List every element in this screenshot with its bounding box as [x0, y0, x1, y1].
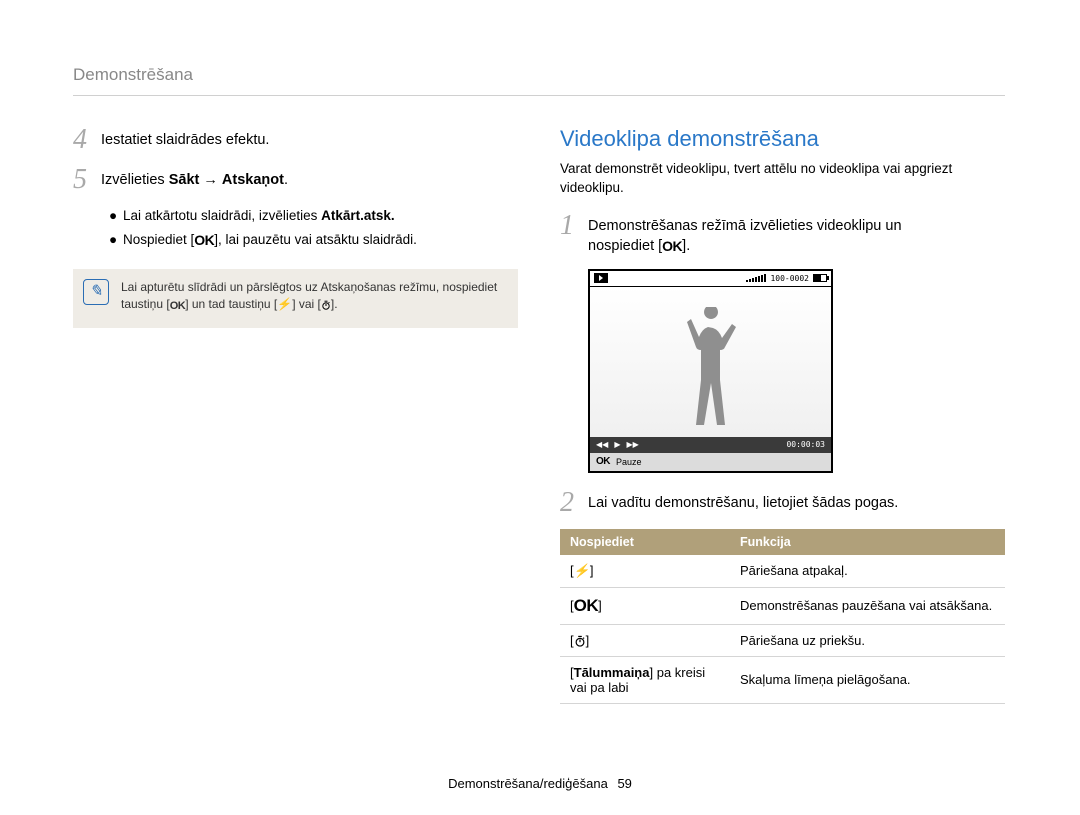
breadcrumb: Demonstrēšana	[73, 65, 1005, 96]
note-box: ✎ Lai apturētu slīdrādi un pārslēgtos uz…	[73, 269, 518, 328]
bold: Atskaņot	[222, 172, 284, 188]
th-func: Funkcija	[730, 529, 1005, 555]
ok-icon: OK	[170, 300, 186, 312]
text: Izvēlieties	[101, 172, 169, 188]
step-text: Demonstrēšanas režīmā izvēlieties videok…	[588, 212, 902, 257]
bold: Atkārt.atsk.	[321, 208, 395, 223]
video-controls: ◀◀ ▶ ▶▶ 00:00:03	[590, 437, 831, 453]
step-text: Izvēlieties Sākt → Atskaņot.	[101, 166, 288, 190]
step-1: 1 Demonstrēšanas režīmā izvēlieties vide…	[560, 212, 1005, 257]
step-number: 2	[560, 489, 588, 517]
bold: Tālummaiņa	[574, 665, 650, 680]
header-title: Demonstrēšana	[73, 65, 193, 84]
step-text: Lai vadītu demonstrēšanu, lietojiet šāda…	[588, 489, 898, 513]
th-press: Nospiediet	[560, 529, 730, 555]
text: Nospiediet [OK], lai pauzētu vai atsāktu…	[123, 230, 417, 251]
rewind-icon: ◀◀	[596, 440, 608, 449]
text: Lai atkārtotu slaidrādi, izvēlieties Atk…	[123, 206, 395, 226]
table-row: [Tālummaiņa] pa kreisi vai pa labi Skaļu…	[560, 656, 1005, 703]
controls-table: Nospiediet Funkcija [⚡] Pāriešana atpaka…	[560, 529, 1005, 704]
arrow: →	[199, 172, 222, 188]
forward-icon: ▶▶	[626, 440, 638, 449]
step-text: Iestatiet slaidrādes efektu.	[101, 126, 269, 150]
ok-icon: OK	[194, 232, 214, 248]
ctrl-left: ◀◀ ▶ ▶▶	[596, 440, 639, 449]
table-row: [] Pāriešana uz priekšu.	[560, 624, 1005, 656]
func-cell: Skaļuma līmeņa pielāgošana.	[730, 656, 1005, 703]
sub-list: ● Lai atkārtotu slaidrādi, izvēlieties A…	[109, 206, 518, 251]
list-item: ● Lai atkārtotu slaidrādi, izvēlieties A…	[109, 206, 518, 226]
page-number: 59	[617, 776, 631, 791]
text: taustiņu [	[121, 297, 170, 311]
table-row: [⚡] Pāriešana atpakaļ.	[560, 555, 1005, 588]
func-cell: Pāriešana atpakaļ.	[730, 555, 1005, 588]
footer: Demonstrēšana/rediģēšana 59	[0, 776, 1080, 791]
text: Lai atkārtotu slaidrādi, izvēlieties	[123, 208, 321, 223]
battery-icon	[813, 274, 827, 282]
signal-icon	[746, 274, 766, 282]
timer-icon	[321, 297, 331, 311]
key-cell: [Tālummaiņa] pa kreisi vai pa labi	[560, 656, 730, 703]
play-icon: ▶	[614, 440, 620, 449]
content-columns: 4 Iestatiet slaidrādes efektu. 5 Izvēlie…	[73, 126, 1005, 704]
flash-icon: ⚡	[276, 296, 293, 313]
video-bottom-bar: OK Pauze	[590, 453, 831, 471]
vt-left	[594, 273, 608, 283]
table-header-row: Nospiediet Funkcija	[560, 529, 1005, 555]
table-row: [OK] Demonstrēšanas pauzēšana vai atsākš…	[560, 587, 1005, 624]
bullet-icon: ●	[109, 230, 123, 251]
text: ].	[682, 238, 690, 254]
left-column: 4 Iestatiet slaidrādes efektu. 5 Izvēlie…	[73, 126, 518, 704]
vt-right: 100-0002	[746, 274, 827, 283]
text: ] vai [	[292, 297, 321, 311]
ok-icon: OK	[596, 456, 610, 467]
play-icon	[594, 273, 608, 283]
intro-text: Varat demonstrēt videoklipu, tvert attēl…	[560, 160, 1005, 198]
text: Demonstrēšanas režīmā izvēlieties videok…	[588, 218, 902, 234]
text: ].	[331, 297, 338, 311]
list-item: ● Nospiediet [OK], lai pauzētu vai atsāk…	[109, 230, 518, 251]
text: ], lai pauzētu vai atsāktu slaidrādi.	[214, 232, 417, 247]
video-frame: 100-0002 ◀◀ ▶ ▶▶	[588, 269, 833, 473]
step-5: 5 Izvēlieties Sākt → Atskaņot.	[73, 166, 518, 194]
video-body	[590, 287, 831, 437]
pause-hint: Pauze	[616, 457, 642, 467]
text: Lai apturētu slīdrādi un pārslēgtos uz A…	[121, 280, 497, 294]
footer-text: Demonstrēšana/rediģēšana	[448, 776, 608, 791]
bold: Sākt	[169, 172, 200, 188]
text: ] un tad taustiņu [	[185, 297, 277, 311]
counter: 100-0002	[770, 274, 809, 283]
key-cell: [⚡]	[560, 555, 730, 588]
time: 00:00:03	[786, 440, 825, 449]
func-cell: Pāriešana uz priekšu.	[730, 624, 1005, 656]
flash-icon: ⚡	[573, 563, 591, 579]
step-2: 2 Lai vadītu demonstrēšanu, lietojiet šā…	[560, 489, 1005, 517]
section-title: Videoklipa demonstrēšana	[560, 126, 1005, 152]
ok-icon: OK	[662, 238, 682, 254]
text: .	[284, 172, 288, 188]
step-number: 4	[73, 126, 101, 154]
func-cell: Demonstrēšanas pauzēšana vai atsākšana.	[730, 587, 1005, 624]
key-cell: [OK]	[560, 587, 730, 624]
silhouette-icon	[676, 307, 746, 437]
video-preview: 100-0002 ◀◀ ▶ ▶▶	[588, 269, 1005, 473]
step-number: 1	[560, 212, 588, 240]
note-text: Lai apturētu slīdrādi un pārslēgtos uz A…	[121, 279, 497, 314]
text: nospiediet [	[588, 238, 662, 254]
right-column: Videoklipa demonstrēšana Varat demonstrē…	[560, 126, 1005, 704]
step-4: 4 Iestatiet slaidrādes efektu.	[73, 126, 518, 154]
step-number: 5	[73, 166, 101, 194]
text: Nospiediet [	[123, 232, 194, 247]
ok-icon: OK	[574, 596, 599, 615]
bullet-icon: ●	[109, 206, 123, 226]
key-cell: []	[560, 624, 730, 656]
video-top-bar: 100-0002	[590, 271, 831, 287]
note-icon: ✎	[83, 279, 109, 305]
timer-icon	[574, 633, 586, 648]
